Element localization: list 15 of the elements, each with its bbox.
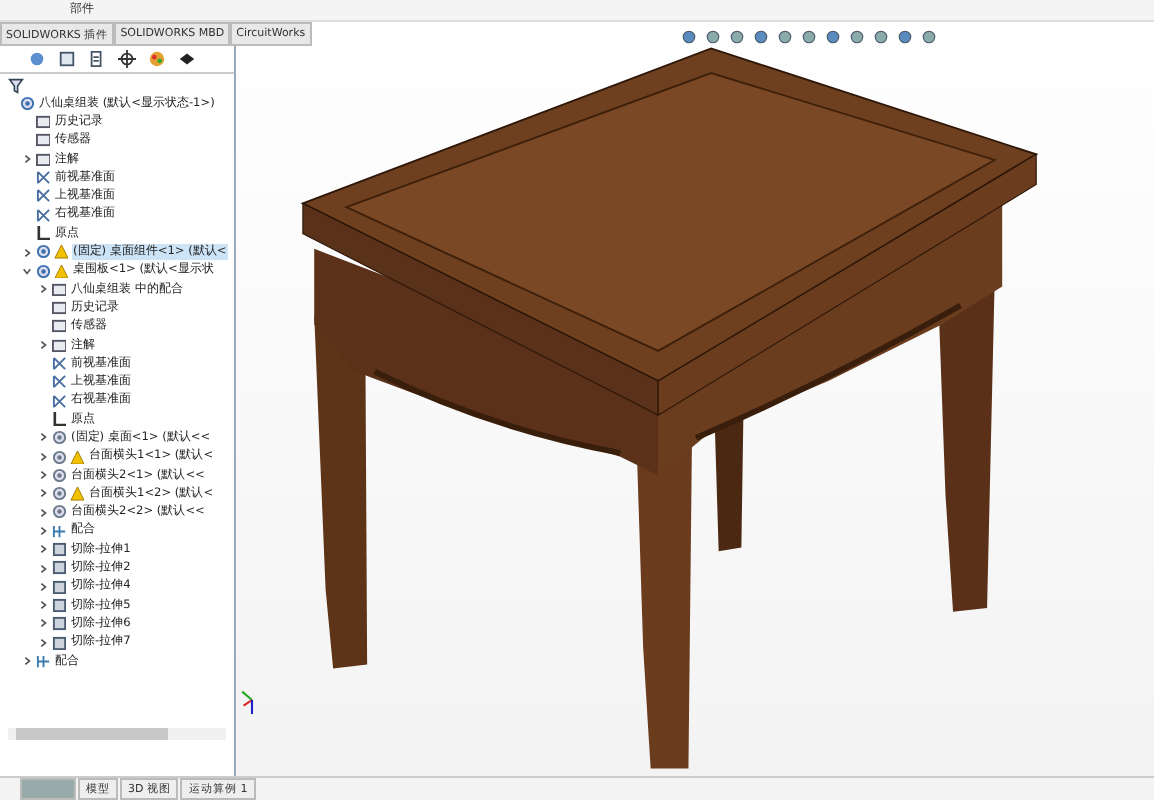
- origin-icon: [35, 225, 50, 241]
- configuration-icon[interactable]: [88, 50, 106, 68]
- mates-icon: [51, 523, 66, 539]
- horizontal-scrollbar[interactable]: [8, 728, 226, 740]
- plane-icon: [51, 393, 66, 409]
- property-icon[interactable]: [58, 50, 76, 68]
- appearance-icon[interactable]: [148, 50, 166, 68]
- feature-tree-icon[interactable]: [28, 50, 46, 68]
- component-icon: [19, 95, 34, 111]
- origin-icon: [51, 411, 66, 427]
- plane-icon: [35, 207, 50, 223]
- crosshair-icon[interactable]: [118, 50, 136, 68]
- filter-icon[interactable]: [8, 78, 24, 94]
- mates-icon: [35, 653, 50, 669]
- display-icon[interactable]: [178, 50, 196, 68]
